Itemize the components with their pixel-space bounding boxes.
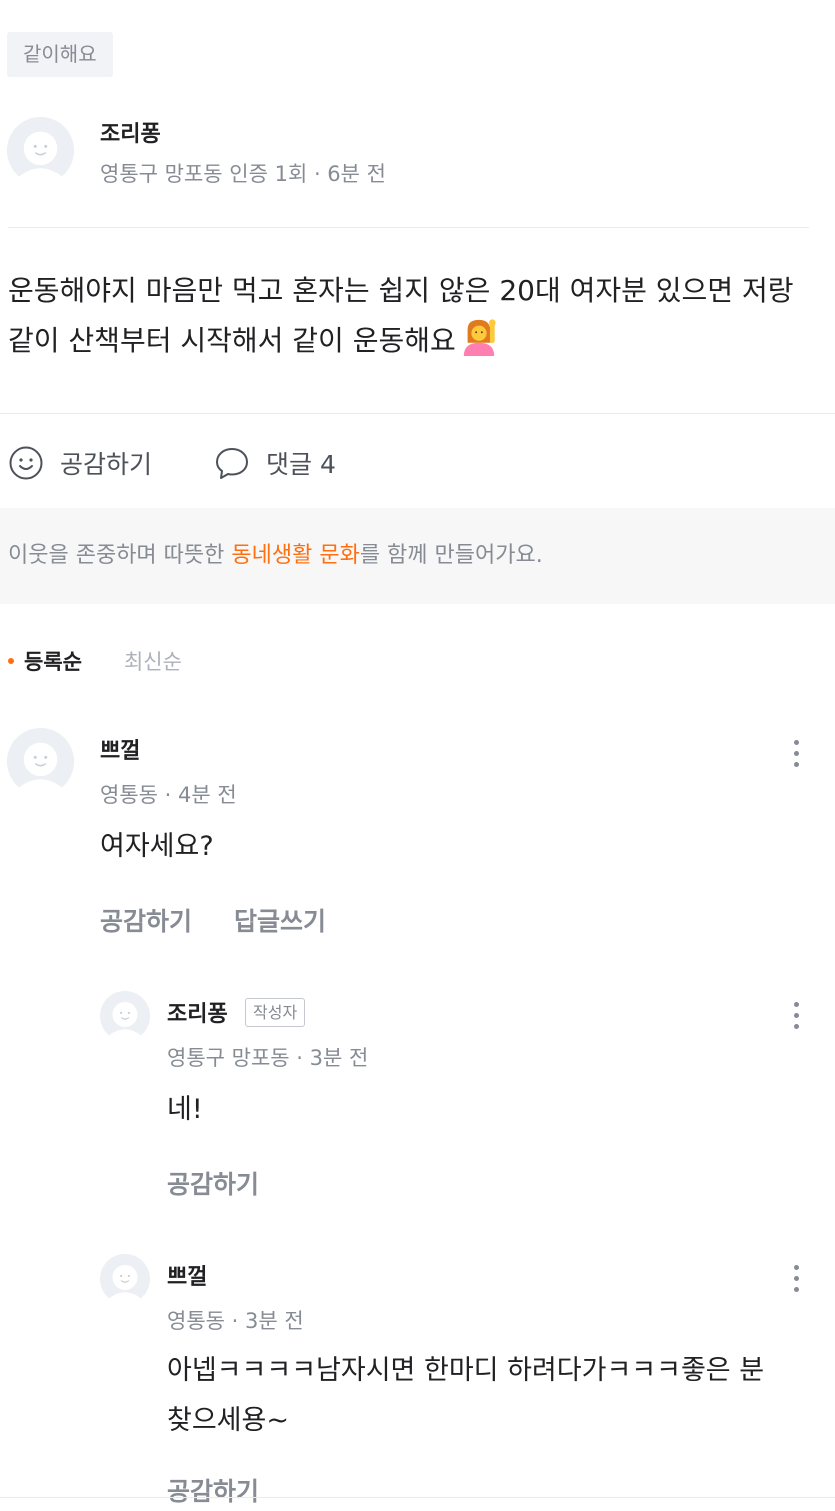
like-button[interactable]: 공감하기 — [8, 440, 152, 486]
default-profile-icon — [100, 991, 150, 1041]
comment-reply-button[interactable]: 답글쓰기 — [234, 902, 326, 938]
divider — [8, 227, 809, 228]
comment-meta: 영통구 망포동 · 3분 전 — [167, 1046, 369, 1070]
comment-like-button[interactable]: 공감하기 — [100, 902, 192, 938]
commenter-name[interactable]: 쁘껄 — [100, 733, 140, 765]
author-name[interactable]: 조리퐁 — [100, 116, 161, 148]
comment-text: 네! — [167, 1094, 203, 1125]
post-body: 운동해야지 마음만 먹고 혼자는 쉽지 않은 20대 여자분 있으면 저랑 같이… — [8, 266, 818, 366]
commenter-name[interactable]: 조리퐁 — [167, 996, 228, 1028]
category-tag[interactable]: 같이해요 — [7, 32, 113, 77]
comment-meta: 영통동 · 4분 전 — [100, 783, 237, 807]
post-body-text: 운동해야지 마음만 먹고 혼자는 쉽지 않은 20대 여자분 있으면 저랑 같이… — [8, 274, 794, 357]
commenter-avatar[interactable] — [100, 991, 150, 1041]
default-profile-icon — [100, 1254, 150, 1304]
author-badge: 작성자 — [245, 998, 306, 1027]
author-avatar[interactable] — [7, 117, 74, 184]
comment-text: 여자세요? — [100, 831, 214, 862]
notice-suffix: 를 함께 만들어가요. — [359, 543, 543, 568]
default-profile-icon — [7, 117, 74, 184]
smile-icon — [9, 446, 43, 480]
divider — [0, 1497, 835, 1498]
sort-latest-tab[interactable]: 최신순 — [124, 646, 182, 676]
author-meta: 영통구 망포동 인증 1회 · 6분 전 — [100, 162, 386, 186]
divider — [0, 413, 835, 414]
comment-like-button[interactable]: 공감하기 — [167, 1165, 259, 1201]
notice-prefix: 이웃을 존중하며 따뜻한 — [8, 543, 232, 568]
like-label: 공감하기 — [60, 450, 153, 479]
default-profile-icon — [7, 728, 74, 795]
community-notice: 이웃을 존중하며 따뜻한 동네생활 문화를 함께 만들어가요. — [0, 508, 835, 604]
selected-dot-icon — [8, 658, 14, 664]
speech-bubble-icon — [216, 448, 248, 479]
commenter-avatar[interactable] — [100, 1254, 150, 1304]
comment-button[interactable]: 댓글 4 — [214, 440, 336, 486]
more-vertical-icon[interactable] — [784, 993, 808, 1037]
commenter-name[interactable]: 쁘껄 — [167, 1259, 207, 1291]
comment-meta: 영통동 · 3분 전 — [167, 1309, 304, 1333]
comment-count-label: 댓글 4 — [266, 450, 336, 479]
commenter-avatar[interactable] — [7, 728, 74, 795]
comment-like-button[interactable]: 공감하기 — [167, 1472, 259, 1508]
sort-options: 등록순 최신순 — [8, 645, 182, 677]
notice-link[interactable]: 동네생활 문화 — [231, 543, 359, 568]
more-vertical-icon[interactable] — [784, 731, 808, 775]
more-vertical-icon[interactable] — [784, 1256, 808, 1300]
sort-registered-tab[interactable]: 등록순 — [24, 646, 82, 676]
person-raising-hand-emoji — [463, 319, 496, 356]
comment-text: 아넵ㅋㅋㅋㅋ남자시면 한마디 하려다가ㅋㅋㅋ좋은 분 찾으세용~ — [167, 1355, 765, 1436]
